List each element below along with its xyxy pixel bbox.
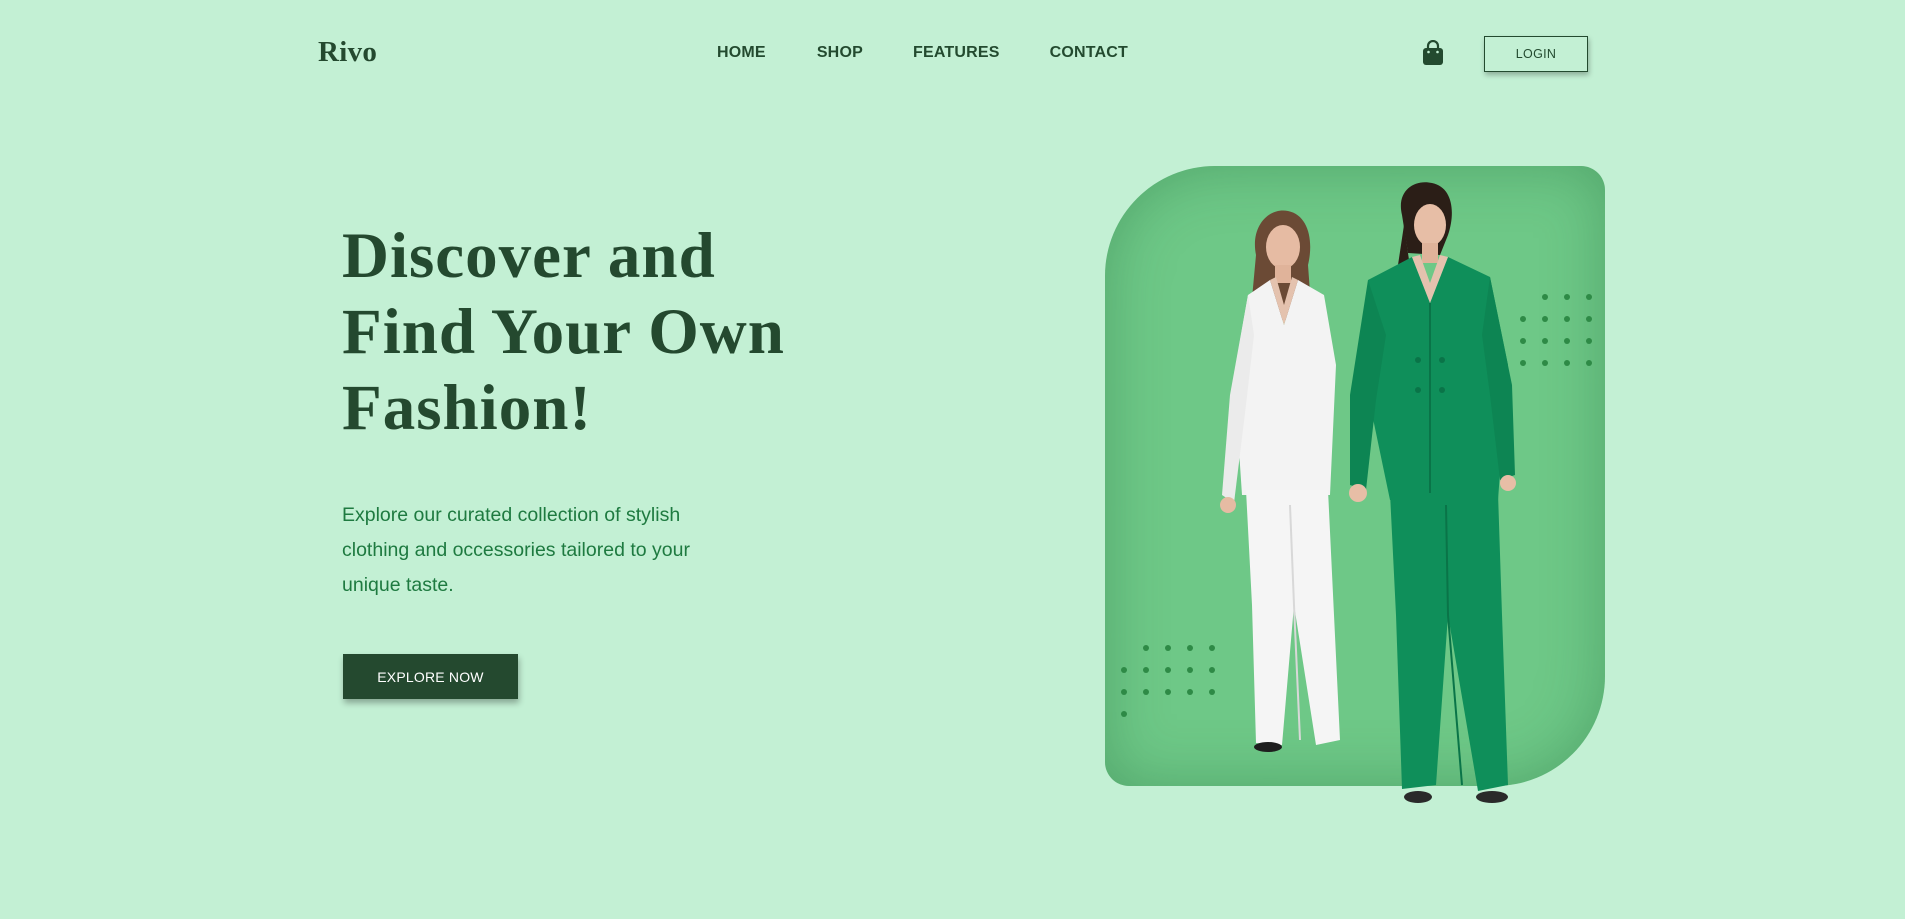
brand-logo[interactable]: Rivo: [318, 36, 377, 69]
nav-link-shop[interactable]: SHOP: [817, 44, 863, 62]
hero-description-line: unique taste.: [342, 574, 454, 596]
hero-title-line: Fashion!: [342, 372, 593, 444]
nav-link-home[interactable]: HOME: [717, 44, 766, 62]
nav-link-contact[interactable]: CONTACT: [1050, 44, 1128, 62]
login-button[interactable]: LOGIN: [1484, 36, 1588, 72]
main-nav: HOME SHOP FEATURES CONTACT: [717, 44, 1128, 62]
hero-description-line: Explore our curated collection of stylis…: [342, 504, 681, 526]
hero-title-line: Find Your Own: [342, 296, 785, 368]
model-white-suit: [1220, 210, 1340, 752]
nav-link-features[interactable]: FEATURES: [913, 44, 1000, 62]
hero-title: Discover and Find Your Own Fashion!: [342, 218, 785, 446]
shopping-bag-icon[interactable]: [1421, 39, 1445, 66]
model-green-suit: [1349, 182, 1516, 803]
hero-description-line: clothing and occessories tailored to you…: [342, 539, 690, 561]
explore-now-button[interactable]: EXPLORE NOW: [343, 654, 518, 699]
hero-models-image: [1220, 182, 1516, 803]
landing-page: Rivo HOME SHOP FEATURES CONTACT LOGIN Di…: [0, 0, 1905, 919]
hero-title-line: Discover and: [342, 220, 716, 292]
hero-description: Explore our curated collection of stylis…: [342, 498, 690, 603]
